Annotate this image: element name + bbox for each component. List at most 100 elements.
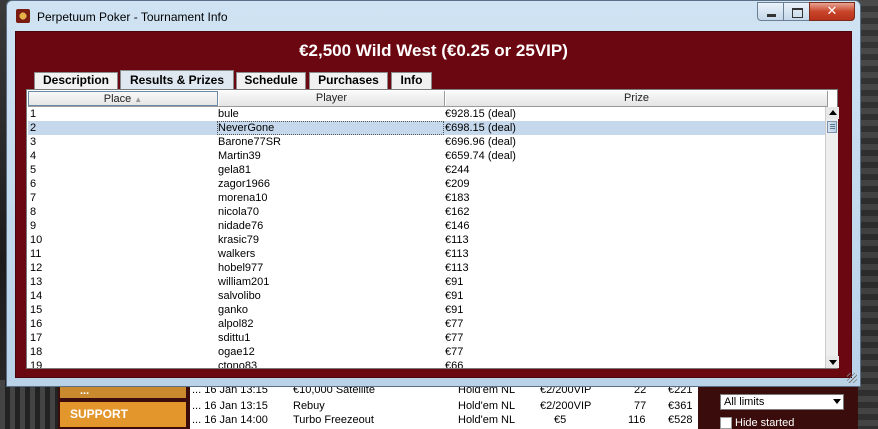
- cell-prize: €77: [445, 332, 464, 344]
- tab-results-prizes[interactable]: Results & Prizes: [120, 70, 234, 90]
- cell-player: morena10: [218, 192, 268, 204]
- cell-place: 9: [30, 220, 37, 232]
- cell-prize: €113: [445, 262, 469, 274]
- tab-info[interactable]: Info: [391, 72, 432, 89]
- hide-started-checkbox[interactable]: Hide started: [720, 417, 794, 429]
- cell-player: nidade76: [218, 220, 264, 232]
- table-row[interactable]: 14 salvolibo €91: [28, 289, 828, 303]
- cell-player: walkers: [218, 248, 256, 260]
- column-header-player[interactable]: Player: [218, 91, 445, 106]
- cell-place: 16: [30, 318, 43, 330]
- cell-player: william201: [218, 276, 270, 288]
- lobby-row-buyin: €2/200VIP: [540, 400, 592, 412]
- cell-place: 2: [30, 122, 37, 134]
- table-header: Place ▲ Player Prize: [28, 91, 828, 107]
- table-row[interactable]: 9 nidade76 €146: [28, 219, 828, 233]
- scrollbar-thumb[interactable]: [827, 121, 837, 133]
- grip-icon: [830, 124, 835, 130]
- cell-player: gela81: [218, 164, 252, 176]
- table-row[interactable]: 4 Martin39 €659.74 (deal): [28, 149, 828, 163]
- table-row[interactable]: 18 ogae12 €77: [28, 345, 828, 359]
- close-button[interactable]: ✕: [809, 2, 855, 21]
- table-row[interactable]: 7 morena10 €183: [28, 191, 828, 205]
- cell-prize: €113: [445, 234, 469, 246]
- lobby-row[interactable]: ... 16 Jan 13:15 Rebuy Hold'em NL €2/200…: [190, 400, 698, 413]
- scroll-up-button[interactable]: [826, 107, 839, 119]
- cell-place: 17: [30, 332, 43, 344]
- title-bar[interactable]: Perpetuum Poker - Tournament Info ✕: [7, 1, 860, 31]
- table-row[interactable]: 17 sdittu1 €77: [28, 331, 828, 345]
- cell-place: 3: [30, 136, 37, 148]
- limits-select-value: All limits: [724, 396, 765, 408]
- cell-place: 5: [30, 164, 37, 176]
- table-row[interactable]: 13 william201 €91: [28, 275, 828, 289]
- cell-prize: €91: [445, 304, 464, 316]
- cell-place: 13: [30, 276, 43, 288]
- chevron-down-icon: [833, 399, 841, 404]
- vertical-scrollbar[interactable]: [825, 107, 839, 368]
- cell-place: 19: [30, 360, 43, 368]
- cell-prize: €77: [445, 318, 464, 330]
- cell-prize: €183: [445, 192, 470, 204]
- column-header-prize[interactable]: Prize: [445, 91, 828, 106]
- app-logo-icon: [16, 9, 30, 23]
- column-header-label: Place: [103, 93, 132, 105]
- lobby-row-name: Turbo Freezeout: [293, 414, 374, 426]
- lobby-row-buyin: €5: [554, 414, 567, 426]
- minimize-button[interactable]: [757, 2, 784, 21]
- table-row[interactable]: 15 ganko €91: [28, 303, 828, 317]
- table-row[interactable]: 3 Barone77SR €696.96 (deal): [28, 135, 828, 149]
- table-row[interactable]: 11 walkers €113: [28, 247, 828, 261]
- lobby-row-name: Rebuy: [293, 400, 325, 412]
- cell-player: nicola70: [218, 206, 259, 218]
- table-row[interactable]: 5 gela81 €244: [28, 163, 828, 177]
- cell-place: 11: [30, 248, 42, 260]
- cell-place: 8: [30, 206, 37, 218]
- tournament-title: €2,500 Wild West (€0.25 or 25VIP): [299, 41, 568, 60]
- sort-ascending-icon: ▲: [134, 95, 143, 104]
- cell-player: salvolibo: [218, 290, 261, 302]
- lobby-row-game: Hold'em NL: [458, 414, 516, 426]
- lobby-row-entries: 77: [634, 400, 647, 412]
- table-row[interactable]: 10 krasic79 €113: [28, 233, 828, 247]
- cell-place: 4: [30, 150, 37, 162]
- table-row[interactable]: 2 NeverGone €698.15 (deal): [28, 121, 828, 135]
- cell-player: Martin39: [218, 150, 261, 162]
- lobby-row-game: Hold'em NL: [458, 400, 516, 412]
- tab-schedule[interactable]: Schedule: [236, 72, 306, 89]
- table-row[interactable]: 19 ctono83 €66: [28, 359, 828, 368]
- cell-place: 12: [30, 262, 43, 274]
- limits-select[interactable]: All limits: [720, 394, 844, 410]
- table-row[interactable]: 16 alpol82 €77: [28, 317, 828, 331]
- tab-description[interactable]: Description: [34, 72, 118, 89]
- cell-prize: €659.74 (deal): [445, 150, 516, 162]
- scroll-down-button[interactable]: [826, 356, 839, 368]
- column-header-place[interactable]: Place ▲: [28, 91, 218, 106]
- cell-prize: €244: [445, 164, 470, 176]
- lobby-tournament-list[interactable]: ... 16 Jan 13:15 €10,000 Satellite Hold'…: [190, 384, 698, 429]
- cell-prize: €162: [445, 206, 470, 218]
- cell-player: NeverGone: [217, 121, 444, 135]
- cell-player: zagor1966: [218, 178, 270, 190]
- cell-player: bule: [218, 108, 239, 120]
- table-row[interactable]: 8 nicola70 €162: [28, 205, 828, 219]
- resize-grip-icon[interactable]: [847, 373, 857, 383]
- table-row[interactable]: 12 hobel977 €113: [28, 261, 828, 275]
- cell-prize: €698.15 (deal): [445, 122, 516, 134]
- table-row[interactable]: 1 bule €928.15 (deal): [28, 107, 828, 121]
- cell-place: 1: [30, 108, 37, 120]
- lobby-row-prize: €528: [668, 414, 693, 426]
- results-table: Place ▲ Player Prize 1 bule €928.15 (deal) 2…: [26, 89, 839, 369]
- lobby-row-date: ... 16 Jan 14:00: [192, 414, 268, 426]
- cell-player: ctono83: [218, 360, 258, 368]
- arrow-down-icon: [829, 360, 837, 365]
- support-button[interactable]: SUPPORT: [60, 402, 186, 427]
- maximize-button[interactable]: [783, 2, 810, 21]
- table-body: 1 bule €928.15 (deal) 2 NeverGone €698.15 (de…: [28, 107, 828, 368]
- table-row[interactable]: 6 zagor1966 €209: [28, 177, 828, 191]
- cell-prize: €113: [445, 248, 469, 260]
- content-panel: €2,500 Wild West (€0.25 or 25VIP) Descri…: [15, 31, 852, 378]
- lobby-row[interactable]: ... 16 Jan 14:00 Turbo Freezeout Hold'em…: [190, 414, 698, 427]
- tab-purchases[interactable]: Purchases: [309, 72, 388, 89]
- background-skyline-left: [0, 380, 60, 429]
